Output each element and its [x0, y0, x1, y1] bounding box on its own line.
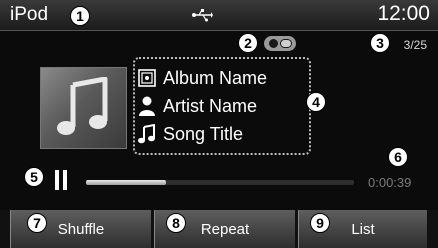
ipod-screen: iPod 12:00 3/25 Album Name Artist Name S… — [0, 0, 438, 248]
callout-marker: 6 — [388, 147, 408, 167]
progress-bar[interactable] — [86, 180, 354, 185]
song-row: Song Title — [137, 120, 243, 148]
source-title: iPod — [10, 4, 49, 25]
callout-marker: 8 — [166, 213, 186, 233]
artist-icon — [137, 95, 157, 117]
song-title: Song Title — [163, 123, 244, 144]
progress-fill — [86, 180, 167, 185]
song-icon — [137, 123, 157, 145]
music-note-icon — [57, 77, 108, 135]
artist-row: Artist Name — [137, 92, 257, 120]
repeat-shuffle-mode-icon — [264, 36, 296, 51]
callout-marker: 7 — [27, 213, 47, 233]
callout-marker: 5 — [24, 167, 44, 187]
list-button-label: List — [351, 220, 375, 238]
callout-marker: 2 — [238, 33, 258, 53]
callout-marker: 9 — [310, 213, 330, 233]
callout-marker: 3 — [370, 33, 390, 53]
album-row: Album Name — [137, 64, 267, 92]
album-name: Album Name — [163, 67, 268, 88]
clock: 12:00 — [377, 2, 430, 25]
repeat-button-label: Repeat — [200, 220, 250, 238]
header-bar: iPod 12:00 — [0, 0, 438, 31]
track-counter: 3/25 — [403, 38, 427, 52]
callout-marker: 4 — [306, 92, 326, 112]
pause-icon[interactable] — [53, 170, 69, 190]
album-icon — [137, 67, 157, 89]
artist-name: Artist Name — [163, 95, 258, 116]
shuffle-button-label: Shuffle — [57, 220, 105, 238]
usb-icon — [191, 8, 213, 27]
album-art — [40, 67, 127, 149]
elapsed-time: 0:00:39 — [368, 175, 412, 190]
callout-marker: 1 — [70, 6, 90, 26]
